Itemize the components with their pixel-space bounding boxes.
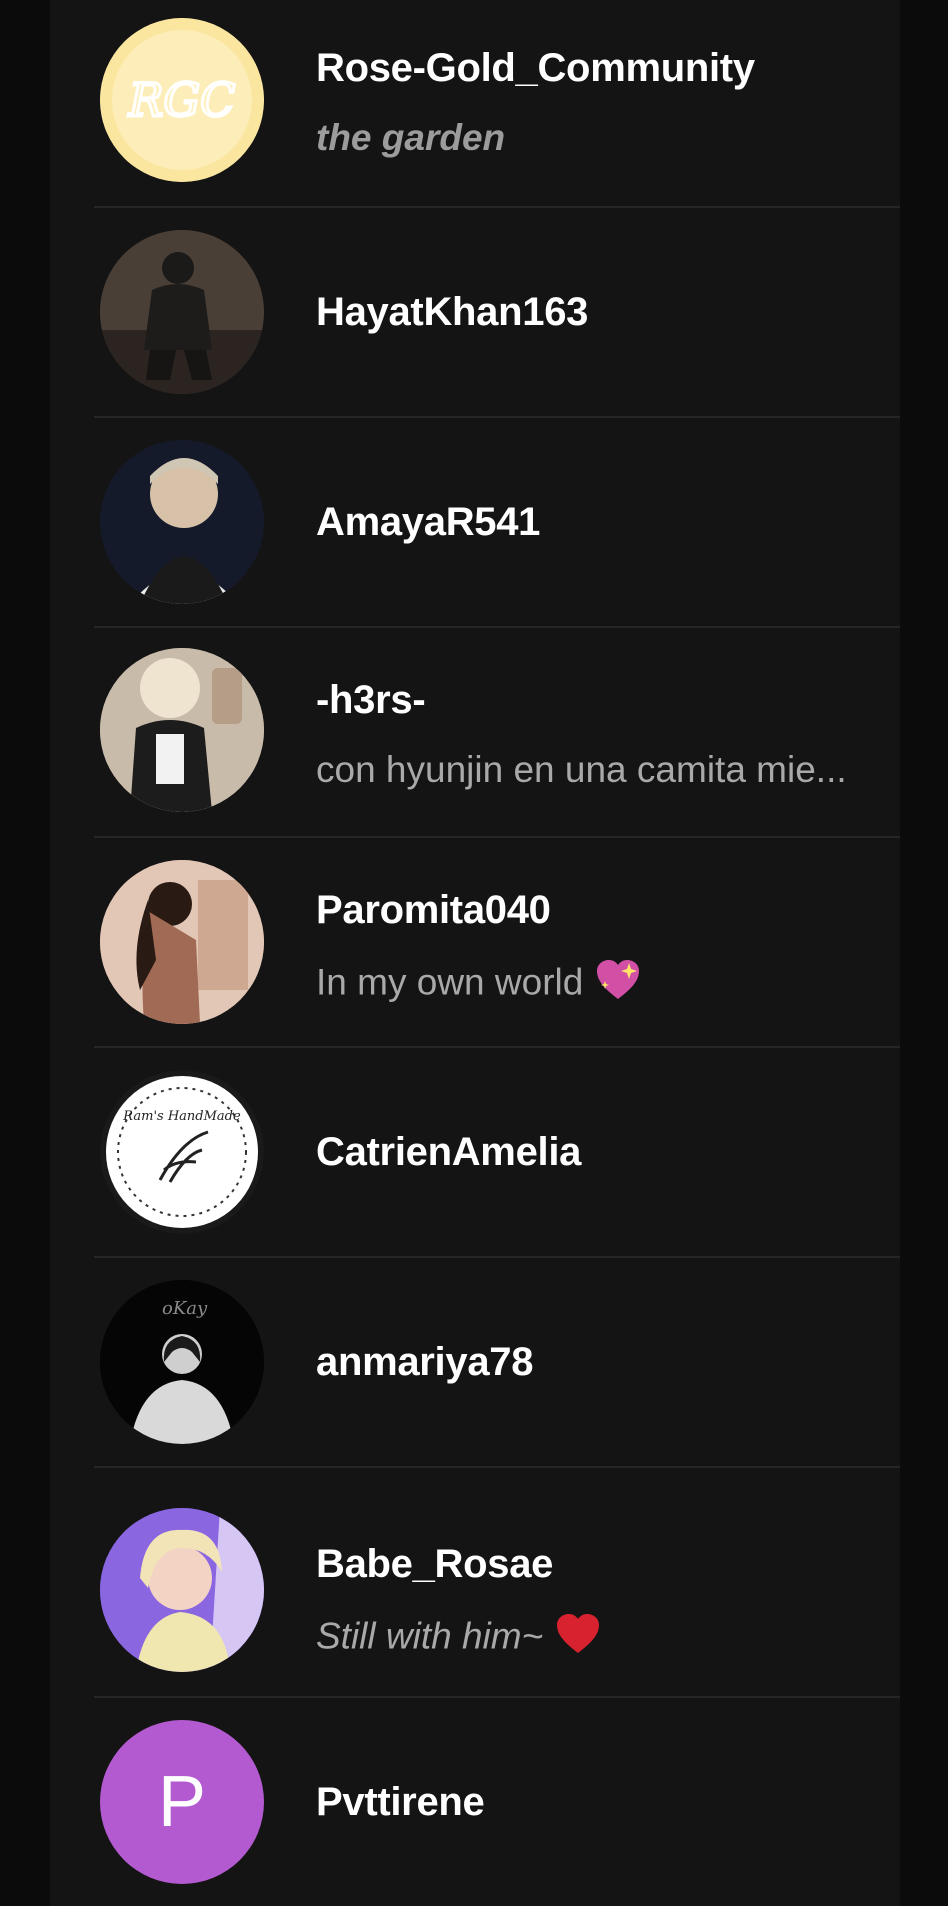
list-item[interactable]: Babe_Rosae Still with him~ [94,1468,900,1698]
photo-avatar-icon [100,860,264,1024]
photo-avatar-icon [100,230,264,394]
sparkling-heart-icon [595,959,641,1010]
avatar[interactable] [100,648,264,812]
rgc-logo-text: RGC [128,73,236,127]
photo-avatar-icon [100,648,264,812]
red-heart-icon [555,1613,601,1664]
avatar[interactable]: RGC [100,18,264,182]
user-text: -h3rs- con hyunjin en una camita mie... [316,678,900,791]
user-status-text: In my own world [316,961,584,1003]
avatar[interactable]: oKay [100,1280,264,1444]
user-text: anmariya78 [316,1340,900,1385]
user-name: CatrienAmelia [316,1130,582,1174]
photo-avatar-icon [100,440,264,604]
user-name: -h3rs- [316,678,426,722]
list-item[interactable]: Paromita040 In my own world [94,838,900,1048]
rgc-logo-icon: RGC [100,18,264,182]
user-name: HayatKhan163 [316,290,589,334]
avatar-letter: P [157,1762,207,1842]
user-text: Pvttirene [316,1780,900,1825]
user-name: Paromita040 [316,888,551,932]
user-status-text: Still with him~ [316,1615,544,1657]
user-name: AmayaR541 [316,500,541,544]
user-text: HayatKhan163 [316,290,900,335]
avatar[interactable] [100,230,264,394]
handmade-logo-icon: Ram's HandMade [100,1070,264,1234]
user-text: AmayaR541 [316,500,900,545]
avatar[interactable]: Ram's HandMade [100,1070,264,1234]
avatar[interactable]: P [100,1720,264,1884]
user-name: anmariya78 [316,1340,534,1384]
user-text: Rose-Gold_Community the garden [316,46,900,159]
avatar[interactable] [100,440,264,604]
okay-text: oKay [162,1298,208,1319]
photo-avatar-icon [100,1508,264,1672]
list-item[interactable]: Ram's HandMade CatrienAmelia [94,1048,900,1258]
list-item[interactable]: HayatKhan163 [94,208,900,418]
photo-avatar-icon: oKay [100,1280,264,1444]
user-status: the garden [316,117,506,158]
list-item[interactable]: AmayaR541 [94,418,900,628]
user-text: CatrienAmelia [316,1130,900,1175]
user-name: Rose-Gold_Community [316,46,755,90]
list-item[interactable]: -h3rs- con hyunjin en una camita mie... [94,628,900,836]
handmade-logo-text: Ram's HandMade [122,1109,241,1124]
user-status: con hyunjin en una camita mie... [316,749,847,790]
user-text: Babe_Rosae Still with him~ [316,1542,900,1664]
list-item[interactable]: RGC Rose-Gold_Community the garden [94,0,900,208]
user-status: In my own world [316,959,900,1010]
list-item[interactable]: P Pvttirene [94,1698,900,1906]
user-name: Pvttirene [316,1780,485,1824]
user-text: Paromita040 In my own world [316,888,900,1010]
user-name: Babe_Rosae [316,1542,554,1586]
avatar[interactable] [100,1508,264,1672]
list-item[interactable]: oKay anmariya78 [94,1258,900,1468]
user-status: Still with him~ [316,1613,900,1664]
avatar[interactable] [100,860,264,1024]
